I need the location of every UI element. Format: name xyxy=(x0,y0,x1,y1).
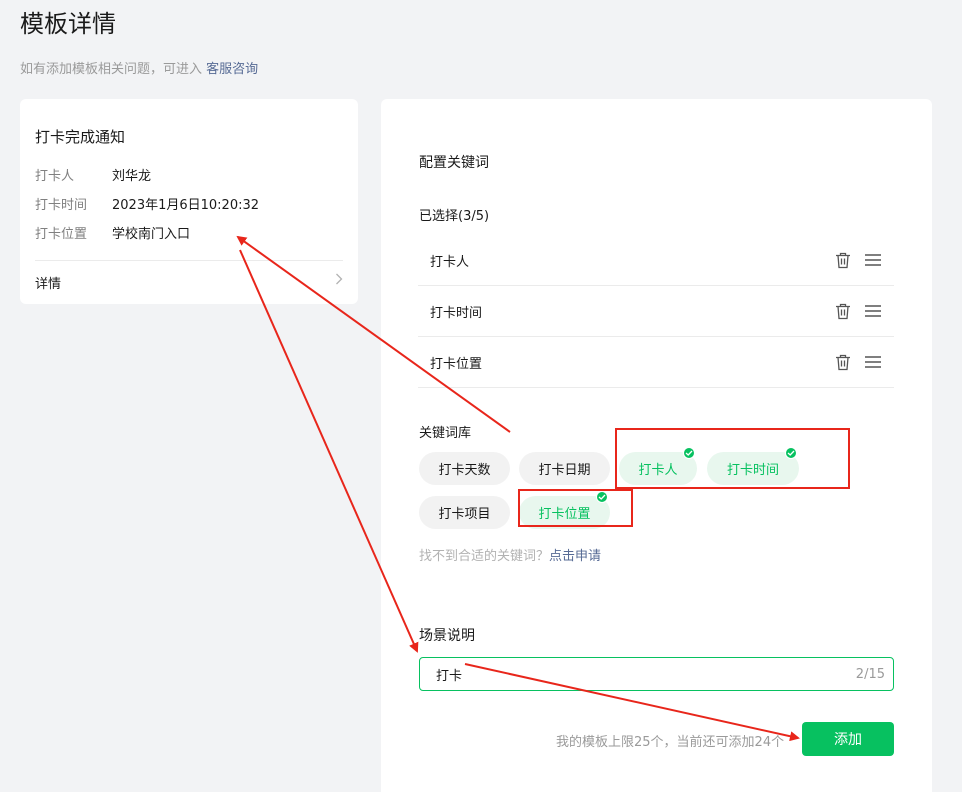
selected-keyword-row: 打卡时间 xyxy=(418,286,894,337)
preview-row-person: 打卡人 刘华龙 xyxy=(35,165,151,184)
keyword-chip-project[interactable]: 打卡项目 xyxy=(419,496,510,529)
selected-keyword-label: 打卡人 xyxy=(430,254,470,270)
preview-key: 打卡位置 xyxy=(35,227,88,242)
keyword-chip-label: 打卡人 xyxy=(638,463,678,478)
selected-count-label: 已选择(3/5) xyxy=(419,209,490,224)
keyword-chip-time[interactable]: 打卡时间 xyxy=(707,447,799,485)
page-title: 模板详情 xyxy=(20,10,116,38)
selected-keyword-row: 打卡位置 xyxy=(418,337,894,388)
trash-icon[interactable] xyxy=(834,353,852,371)
keyword-library-label: 关键词库 xyxy=(419,426,472,441)
preview-value: 刘华龙 xyxy=(112,169,152,184)
selected-keyword-label: 打卡位置 xyxy=(430,356,483,372)
keyword-chip-date[interactable]: 打卡日期 xyxy=(519,452,610,485)
drag-handle-icon[interactable] xyxy=(864,251,882,269)
scene-char-count: 2/15 xyxy=(855,666,885,682)
preview-key: 打卡时间 xyxy=(35,198,88,213)
trash-icon[interactable] xyxy=(834,302,852,320)
preview-detail-label: 详情 xyxy=(35,277,62,292)
template-limit-text: 我的模板上限25个，当前还可添加24个 xyxy=(556,735,785,750)
page-hint: 如有添加模板相关问题，可进入 客服咨询 xyxy=(20,58,258,77)
scene-description-input[interactable] xyxy=(436,666,856,682)
check-icon xyxy=(683,447,695,459)
keyword-config-card: 配置关键词 已选择(3/5) 打卡人 打卡时间 打卡位置 关键词库 打卡天数 打… xyxy=(381,99,932,792)
chevron-right-icon xyxy=(335,273,343,292)
keyword-library-hint-text: 找不到合适的关键词？ xyxy=(419,549,550,564)
selected-keyword-row: 打卡人 xyxy=(418,235,894,286)
keyword-chip-location[interactable]: 打卡位置 xyxy=(519,491,610,529)
template-preview-card: 打卡完成通知 打卡人 刘华龙 打卡时间 2023年1月6日10:20:32 打卡位置… xyxy=(20,99,358,304)
check-icon xyxy=(785,447,797,459)
trash-icon[interactable] xyxy=(834,251,852,269)
keyword-library-hint: 找不到合适的关键词？点击申请 xyxy=(419,545,601,564)
preview-value: 学校南门入口 xyxy=(112,227,191,242)
preview-row-location: 打卡位置 学校南门入口 xyxy=(35,223,190,242)
scene-description-field: 2/15 xyxy=(419,657,894,691)
preview-detail-link[interactable]: 详情 xyxy=(35,273,343,292)
selected-keyword-label: 打卡时间 xyxy=(430,305,483,321)
config-title: 配置关键词 xyxy=(419,155,489,171)
page-hint-text: 如有添加模板相关问题，可进入 xyxy=(20,62,203,77)
keyword-chip-label: 打卡日期 xyxy=(538,463,591,478)
check-icon xyxy=(596,491,608,503)
keyword-chip-label: 打卡位置 xyxy=(538,507,591,522)
selected-keyword-list: 打卡人 打卡时间 打卡位置 xyxy=(418,235,894,388)
apply-keyword-link[interactable]: 点击申请 xyxy=(549,549,601,564)
preview-value: 2023年1月6日10:20:32 xyxy=(112,198,260,213)
add-button[interactable]: 添加 xyxy=(802,722,894,756)
keyword-chip-label: 打卡天数 xyxy=(438,463,491,478)
keyword-chip-label: 打卡项目 xyxy=(438,507,491,522)
customer-service-link[interactable]: 客服咨询 xyxy=(206,62,258,77)
preview-row-time: 打卡时间 2023年1月6日10:20:32 xyxy=(35,194,259,213)
preview-title: 打卡完成通知 xyxy=(35,128,126,146)
preview-key: 打卡人 xyxy=(35,169,75,184)
scene-description-label: 场景说明 xyxy=(419,628,475,644)
preview-divider xyxy=(35,260,343,261)
keyword-chip-days[interactable]: 打卡天数 xyxy=(419,452,510,485)
keyword-chip-label: 打卡时间 xyxy=(726,463,779,478)
drag-handle-icon[interactable] xyxy=(864,353,882,371)
keyword-chip-person[interactable]: 打卡人 xyxy=(619,447,697,485)
drag-handle-icon[interactable] xyxy=(864,302,882,320)
